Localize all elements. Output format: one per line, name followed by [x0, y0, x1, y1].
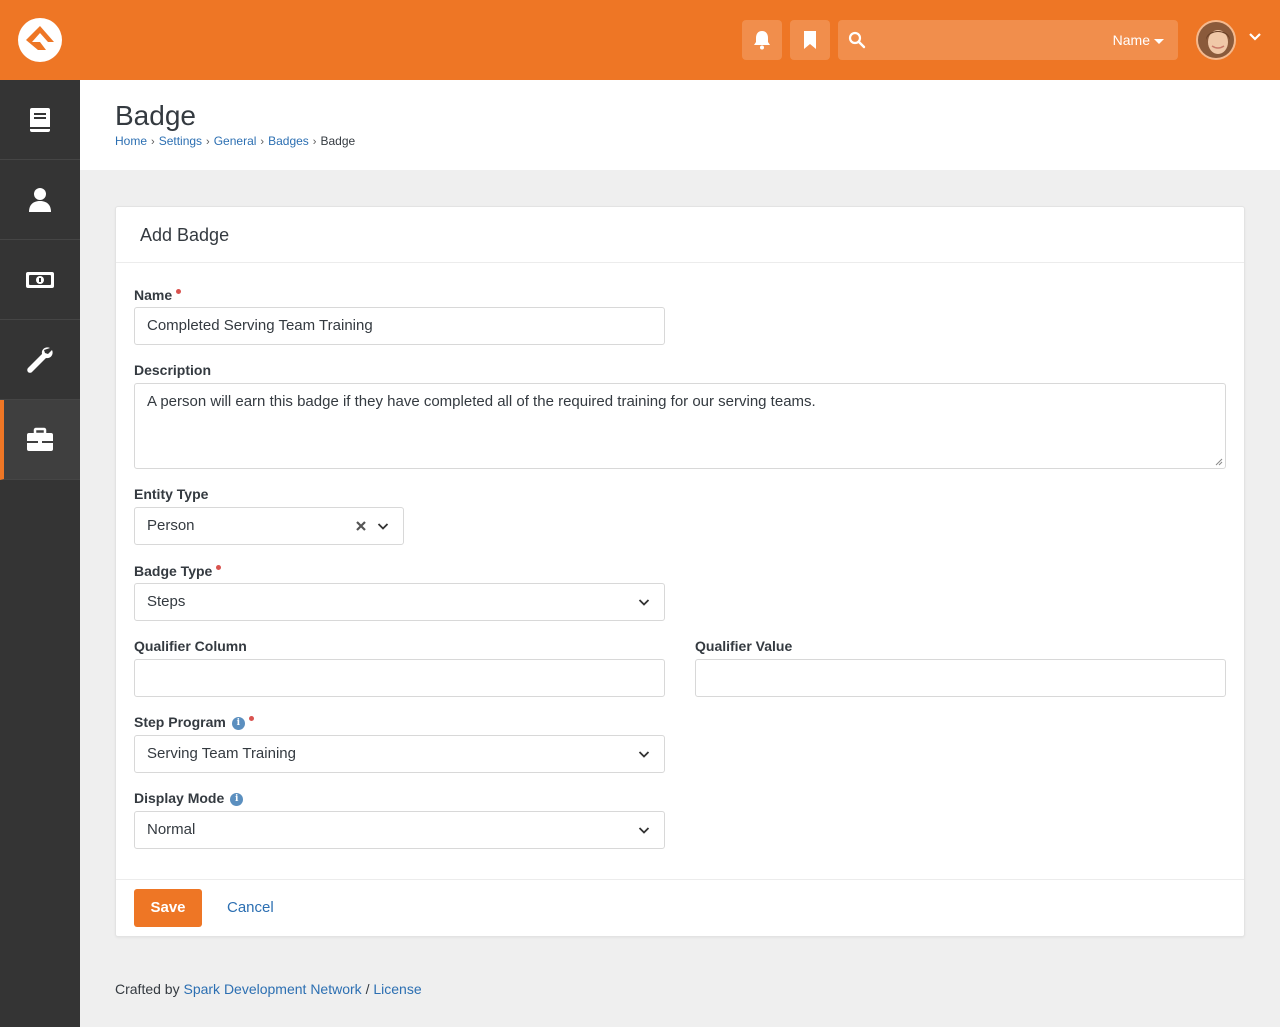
search-filter-label: Name — [1112, 32, 1150, 48]
chevron-down-icon — [377, 523, 389, 530]
user-icon — [29, 188, 51, 212]
info-icon[interactable]: i — [230, 792, 244, 806]
sidebar-item-admin[interactable] — [0, 400, 80, 480]
page-title: Badge — [115, 100, 196, 131]
qualifier-column-input[interactable] — [134, 659, 665, 697]
breadcrumb-home[interactable]: Home — [115, 134, 147, 148]
breadcrumb-current: Badge — [320, 134, 356, 148]
step-program-value: Serving Team Training — [147, 745, 296, 762]
bell-icon — [754, 31, 770, 50]
required-indicator — [216, 565, 222, 570]
description-textarea[interactable]: A person will earn this badge if they ha… — [134, 383, 1226, 469]
breadcrumb-settings[interactable]: Settings — [159, 134, 202, 148]
breadcrumb: Home › Settings › General › Badges › Badge — [115, 134, 355, 148]
breadcrumb-badges[interactable]: Badges — [268, 134, 309, 148]
step-program-select[interactable]: Serving Team Training — [134, 735, 665, 773]
briefcase-icon — [27, 427, 53, 451]
badge-type-label: Badge Type — [134, 563, 222, 579]
bookmark-icon — [804, 31, 816, 49]
sidebar-item-finance[interactable] — [0, 240, 80, 320]
chevron-down-icon[interactable] — [1248, 32, 1262, 42]
chevron-down-icon — [638, 827, 650, 834]
sidebar-item-tools[interactable] — [0, 320, 80, 400]
entity-type-label: Entity Type — [134, 486, 209, 502]
display-mode-label-text: Display Mode — [134, 790, 225, 806]
money-icon — [26, 272, 54, 288]
wrench-icon — [27, 347, 53, 373]
entity-type-select[interactable]: Person — [134, 507, 404, 545]
info-icon[interactable]: i — [231, 716, 245, 730]
spark-link[interactable]: Spark Development Network — [183, 981, 361, 997]
license-link[interactable]: License — [373, 981, 421, 997]
search-bar[interactable]: Name — [838, 20, 1178, 60]
book-icon — [30, 108, 50, 132]
breadcrumb-separator-icon: › — [312, 136, 317, 148]
footer-separator: / — [365, 981, 370, 997]
crafted-by-text: Crafted by — [115, 981, 180, 997]
panel-actions-divider — [116, 879, 1244, 880]
chevron-down-icon — [638, 751, 650, 758]
save-button[interactable]: Save — [134, 889, 202, 927]
badge-type-label-text: Badge Type — [134, 563, 213, 579]
breadcrumb-separator-icon: › — [206, 136, 210, 148]
qualifier-column-label: Qualifier Column — [134, 638, 247, 654]
entity-type-value: Person — [147, 517, 195, 534]
search-icon — [848, 31, 866, 49]
description-text: A person will earn this badge if they ha… — [147, 393, 816, 410]
page-header: Badge Home › Settings › General › Badges › Badge — [80, 80, 1280, 170]
caret-down-icon — [1154, 38, 1164, 44]
breadcrumb-separator-icon: › — [151, 136, 155, 148]
breadcrumb-general[interactable]: General — [214, 134, 257, 148]
page-footer: Crafted by Spark Development Network / L… — [115, 981, 422, 997]
badge-type-select[interactable]: Steps — [134, 583, 665, 621]
name-label: Name — [134, 287, 182, 303]
badge-type-value: Steps — [147, 593, 186, 610]
chevron-down-icon — [638, 599, 650, 606]
panel-title: Add Badge — [116, 207, 1244, 263]
qualifier-value-label: Qualifier Value — [695, 638, 793, 654]
sidebar-item-pages[interactable] — [0, 80, 80, 160]
clear-icon[interactable] — [355, 520, 367, 532]
search-filter-dropdown[interactable]: Name — [1113, 32, 1164, 48]
name-label-text: Name — [134, 287, 173, 303]
breadcrumb-separator-icon: › — [260, 136, 265, 148]
name-input[interactable]: Completed Serving Team Training — [134, 307, 665, 345]
required-indicator — [176, 289, 182, 294]
qualifier-value-input[interactable] — [695, 659, 1226, 697]
description-label: Description — [134, 362, 212, 378]
display-mode-label: Display Mode i — [134, 790, 244, 806]
sidebar — [0, 80, 80, 1027]
sidebar-item-people[interactable] — [0, 160, 80, 240]
notifications-button[interactable] — [742, 20, 782, 60]
resize-handle-icon[interactable] — [1215, 458, 1223, 466]
step-program-label: Step Program i — [134, 714, 254, 730]
add-badge-panel: Add Badge Name Completed Serving Team Tr… — [115, 206, 1245, 937]
required-indicator — [248, 716, 254, 721]
cancel-button[interactable]: Cancel — [227, 899, 274, 916]
avatar[interactable] — [1196, 20, 1236, 60]
step-program-label-text: Step Program — [134, 714, 226, 730]
top-bar: Name — [0, 0, 1280, 80]
display-mode-value: Normal — [147, 821, 196, 838]
bookmarks-button[interactable] — [790, 20, 830, 60]
rock-logo-icon[interactable] — [18, 18, 62, 62]
display-mode-select[interactable]: Normal — [134, 811, 665, 849]
